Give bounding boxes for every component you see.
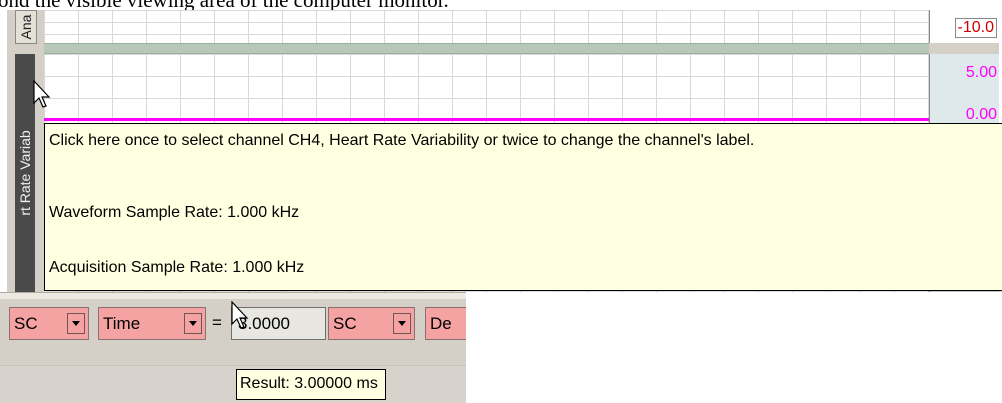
second-channel-select[interactable]: SC [328, 307, 415, 340]
second-type-value: De [430, 314, 452, 333]
measurement-type-select[interactable]: Time [98, 307, 206, 340]
channel-4-label-text: rt Rate Variab [17, 130, 33, 216]
measurement-window: SC Time = 3.0000 SC De [0, 292, 466, 403]
tooltip-acquisition-rate: Acquisition Sample Rate: 1.000 kHz [49, 259, 305, 276]
channel-3-plot-area[interactable] [44, 10, 929, 45]
mouse-pointer-icon [231, 301, 249, 329]
chevron-down-icon[interactable] [67, 313, 85, 334]
mouse-pointer-icon [33, 80, 51, 108]
channel-3-label[interactable]: Ana [15, 10, 37, 44]
channel-3-label-text: Ana [18, 14, 34, 40]
measurement-channel-value: SC [14, 314, 38, 333]
channel-4-label[interactable]: rt Rate Variab [15, 54, 35, 292]
measurement-type-value: Time [103, 314, 141, 333]
channel-tooltip: Click here once to select channel CH4, H… [44, 123, 1002, 291]
channel-3-scale-value: -10.0 [954, 18, 997, 38]
heart-rate-variability-trace [44, 118, 929, 121]
result-tooltip: Result: 3.00000 ms [236, 369, 386, 400]
scale-value-upper: 5.00 [965, 64, 997, 81]
channel-separator [44, 43, 929, 54]
chevron-down-icon[interactable] [184, 313, 202, 334]
lower-panel [0, 365, 466, 403]
waveform-window: Ana rt Rate Variab -10.0 5.00 0.00 Click… [7, 10, 1002, 292]
second-channel-value: SC [333, 314, 357, 333]
channel-3-scale[interactable]: -10.0 [929, 10, 999, 43]
tooltip-waveform-rate: Waveform Sample Rate: 1.000 kHz [49, 204, 300, 221]
chevron-down-icon[interactable] [393, 313, 411, 334]
equals-sign: = [212, 313, 222, 332]
scale-value-zero: 0.00 [965, 106, 997, 123]
tooltip-instruction: Click here once to select channel CH4, H… [49, 132, 755, 149]
measurement-channel-select[interactable]: SC [9, 307, 89, 340]
second-type-select[interactable]: De [425, 307, 466, 340]
window-top-strip [0, 293, 466, 299]
result-tooltip-text: Result: 3.00000 ms [240, 375, 378, 392]
